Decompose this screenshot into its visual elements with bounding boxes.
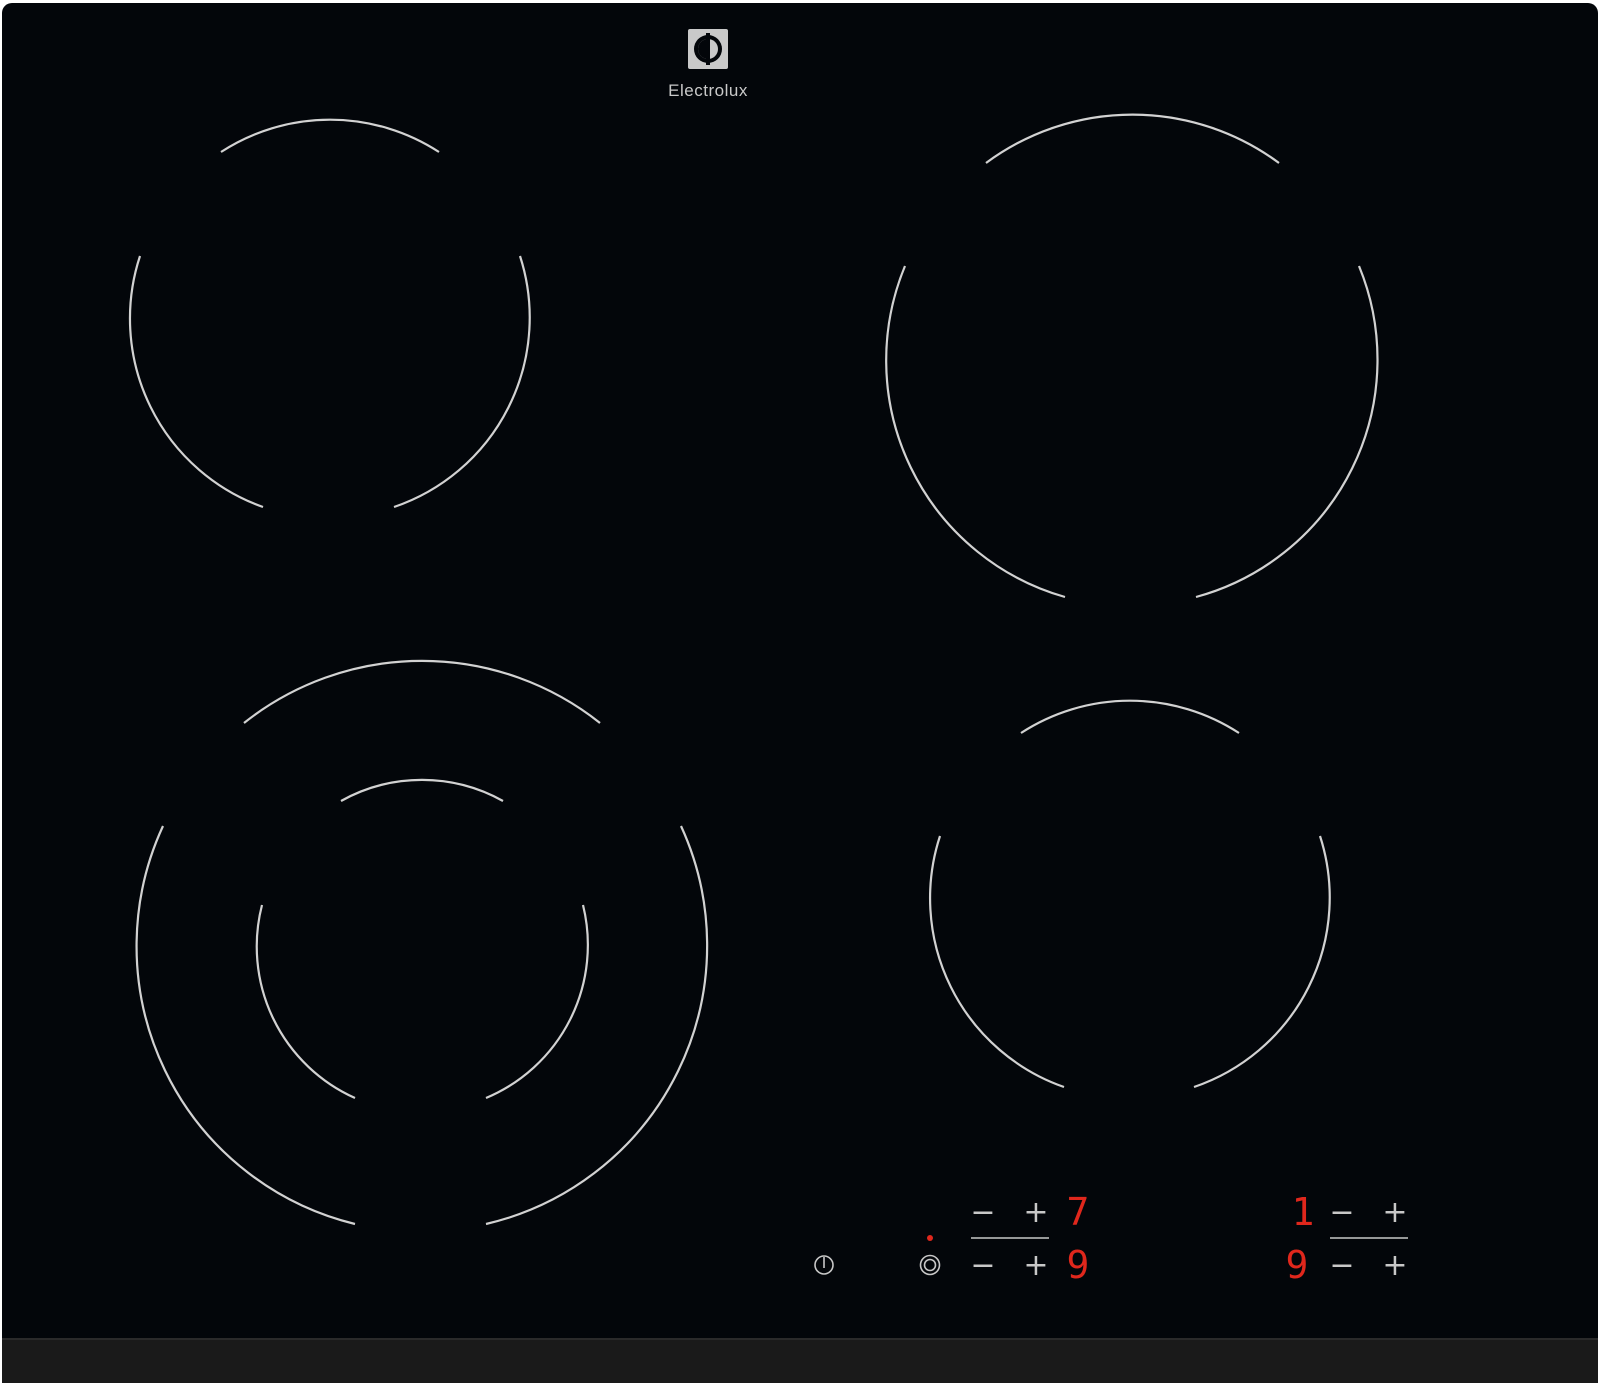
minus-button-front-left[interactable]: − — [970, 1248, 995, 1283]
plus-button-rear-right[interactable]: + — [1382, 1195, 1407, 1230]
glass-surface — [2, 3, 1598, 1383]
power-level-display-rear-right: 1 — [1292, 1190, 1315, 1234]
minus-button-front-right[interactable]: − — [1329, 1248, 1354, 1283]
minus-button-rear-left[interactable]: − — [970, 1195, 995, 1230]
plus-button-front-left[interactable]: + — [1023, 1248, 1048, 1283]
power-level-display-front-left: 9 — [1067, 1243, 1090, 1287]
indicator-dot — [927, 1235, 933, 1241]
ceramic-hob: Electrolux − + 7 − + 9 1 − + 9 − + — [2, 3, 1598, 1383]
minus-button-rear-right[interactable]: − — [1329, 1195, 1354, 1230]
plus-button-front-right[interactable]: + — [1382, 1248, 1407, 1283]
electrolux-logo-icon — [688, 29, 728, 69]
plus-button-rear-left[interactable]: + — [1023, 1195, 1048, 1230]
bottom-frame — [2, 1338, 1598, 1383]
brand-name: Electrolux — [668, 81, 748, 100]
power-level-display-front-right: 9 — [1286, 1243, 1309, 1287]
power-level-display-rear-left: 7 — [1067, 1190, 1090, 1234]
